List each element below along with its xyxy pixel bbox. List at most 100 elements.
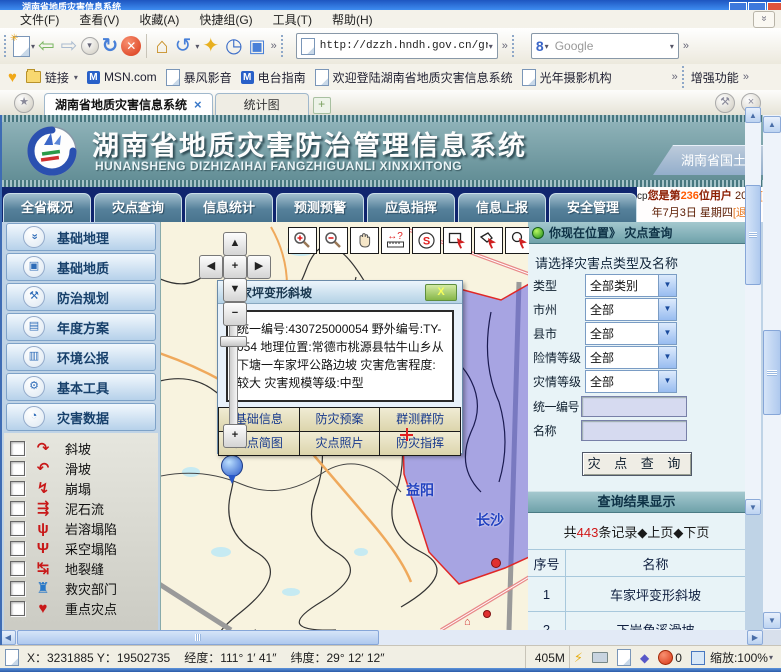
addressbar-grip[interactable]: [281, 35, 286, 57]
searchbar-grip[interactable]: [512, 35, 517, 57]
new-window-icon[interactable]: [617, 649, 631, 666]
link-guangnian[interactable]: 光年摄影机构: [522, 69, 612, 86]
home-icon[interactable]: ⌂: [155, 35, 168, 57]
window-titlebar[interactable]: 湖南省地质灾害信息系统: [0, 0, 781, 10]
unified-id-input[interactable]: [581, 396, 687, 417]
search-placeholder[interactable]: Google: [555, 39, 669, 53]
query-button[interactable]: 灾 点 查 询: [582, 452, 692, 476]
nav-security-management[interactable]: 安全管理: [549, 193, 637, 222]
new-page-icon[interactable]: ✳: [13, 36, 30, 57]
layer-checkbox[interactable]: [10, 521, 25, 536]
horizontal-scrollbar[interactable]: ◀ ▶: [0, 630, 763, 645]
pan-right-button[interactable]: ▶: [247, 255, 271, 279]
tab-star-icon[interactable]: ★: [14, 93, 34, 113]
scroll-down-icon[interactable]: ▼: [745, 499, 761, 515]
disaster-level-select[interactable]: 全部▼: [585, 370, 677, 393]
resize-page-icon[interactable]: [691, 651, 705, 665]
pan-center-button[interactable]: +: [223, 255, 247, 279]
plugins-label[interactable]: 增强功能: [691, 69, 739, 86]
undo-dropdown-icon[interactable]: ▾: [195, 42, 199, 51]
zoom-level[interactable]: 缩放:100%: [710, 649, 768, 666]
city-select[interactable]: 全部▼: [585, 298, 677, 321]
panel-scrollbar[interactable]: ▲ ▼: [745, 107, 761, 515]
map-canvas[interactable]: ↔? S ▲ ◀ + ▶ ▼ − +: [160, 222, 529, 630]
printer-icon[interactable]: [592, 652, 608, 663]
prev-page-link[interactable]: ◆上页: [637, 525, 673, 540]
scale-tool[interactable]: S: [412, 227, 441, 254]
magic-wand-icon[interactable]: ✦: [202, 35, 219, 57]
chevron-down-icon[interactable]: ▼: [658, 323, 676, 344]
search-dropdown-icon[interactable]: ▾: [670, 42, 674, 51]
history-dropdown-icon[interactable]: ▾: [81, 37, 99, 55]
zoom-out-tool[interactable]: [319, 227, 348, 254]
sidebar-item-environment-bulletin[interactable]: ▥环境公报: [6, 343, 156, 371]
plugins-grip[interactable]: [682, 66, 687, 88]
prevention-plan-button[interactable]: 防灾预案: [299, 407, 381, 432]
tab-close-icon[interactable]: ×: [194, 97, 202, 112]
menu-favorites[interactable]: 收藏(A): [139, 11, 179, 28]
maximize-button[interactable]: [748, 2, 766, 10]
scroll-thumb[interactable]: [745, 185, 761, 285]
new-tab-button[interactable]: +: [313, 97, 331, 114]
scroll-up-icon[interactable]: ▲: [745, 107, 761, 123]
links-folder[interactable]: 链接▾: [26, 69, 78, 86]
tabbar-wrench-icon[interactable]: ⚒: [715, 93, 735, 113]
layer-checkbox[interactable]: [10, 561, 25, 576]
toolbar-overflow-icon[interactable]: »: [271, 40, 277, 52]
scroll-up-icon[interactable]: ▲: [763, 116, 781, 133]
address-dropdown-icon[interactable]: ▾: [489, 42, 493, 51]
sidebar-item-prevention-planning[interactable]: ⚒防治规划: [6, 283, 156, 311]
select-rectangle-tool[interactable]: [443, 227, 472, 254]
scroll-right-icon[interactable]: ▶: [747, 630, 763, 645]
tab-geohazard-system[interactable]: 湖南省地质灾害信息系统 ×: [44, 93, 213, 116]
plugins-overflow-icon[interactable]: »: [743, 71, 749, 83]
scroll-thumb[interactable]: [763, 330, 781, 415]
scroll-thumb[interactable]: [17, 630, 379, 645]
sidebar-item-annual-plan[interactable]: ▤年度方案: [6, 313, 156, 341]
address-bar[interactable]: http://dzzh.hndh.gov.cn/gr ▾: [296, 33, 498, 59]
sidebar-item-base-geography[interactable]: »基础地理: [6, 223, 156, 251]
name-input[interactable]: [581, 420, 687, 441]
link-hunan-geohazard[interactable]: 欢迎登陆湖南省地质灾害信息系统: [315, 69, 513, 86]
search-engine-dropdown-icon[interactable]: ▾: [545, 42, 549, 51]
minimize-button[interactable]: [729, 2, 747, 10]
layer-checkbox[interactable]: [10, 441, 25, 456]
select-circle-tool[interactable]: [505, 227, 529, 254]
search-overflow-icon[interactable]: »: [683, 40, 689, 52]
close-button[interactable]: [767, 2, 781, 10]
refresh-icon[interactable]: ↻: [102, 35, 119, 57]
history-clock-icon[interactable]: ◷: [225, 35, 242, 57]
nav-info-report[interactable]: 信息上报: [458, 193, 546, 222]
window-panel-icon[interactable]: ▣: [249, 35, 266, 57]
layer-checkbox[interactable]: [10, 501, 25, 516]
new-page-dropdown-icon[interactable]: ▾: [31, 42, 35, 51]
window-scrollbar[interactable]: ▲ ▼: [763, 115, 781, 630]
diamond-icon[interactable]: ◆: [640, 651, 649, 665]
link-radio[interactable]: M电台指南: [241, 69, 306, 86]
layer-checkbox[interactable]: [10, 541, 25, 556]
back-icon[interactable]: ⇦: [38, 35, 55, 57]
layer-checkbox[interactable]: [10, 461, 25, 476]
layer-checkbox[interactable]: [10, 601, 25, 616]
menu-file[interactable]: 文件(F): [20, 11, 59, 28]
layer-checkbox[interactable]: [10, 481, 25, 496]
blocked-popup-icon[interactable]: [658, 650, 673, 665]
type-select[interactable]: 全部类别▼: [585, 274, 677, 297]
pan-down-button[interactable]: ▼: [223, 278, 247, 302]
zoom-slider-handle[interactable]: [220, 336, 247, 347]
zoom-in-tool[interactable]: [288, 227, 317, 254]
map-marker-balloon[interactable]: [221, 455, 243, 477]
zoom-minus-button[interactable]: −: [223, 302, 247, 326]
undo-icon[interactable]: ↺: [175, 35, 192, 57]
chevron-down-icon[interactable]: ▼: [658, 347, 676, 368]
address-overflow-icon[interactable]: »: [502, 40, 508, 52]
link-baofeng[interactable]: 暴风影音: [166, 69, 232, 86]
next-page-link[interactable]: ◆下页: [673, 525, 709, 540]
toolbar-grip[interactable]: [4, 35, 9, 57]
pan-tool[interactable]: [350, 227, 379, 254]
forward-icon[interactable]: ⇨: [61, 35, 78, 57]
menu-view[interactable]: 查看(V): [79, 11, 119, 28]
scroll-left-icon[interactable]: ◀: [0, 630, 16, 645]
zoom-plus-button[interactable]: +: [223, 424, 247, 448]
menu-collapse-button[interactable]: »: [753, 11, 775, 28]
